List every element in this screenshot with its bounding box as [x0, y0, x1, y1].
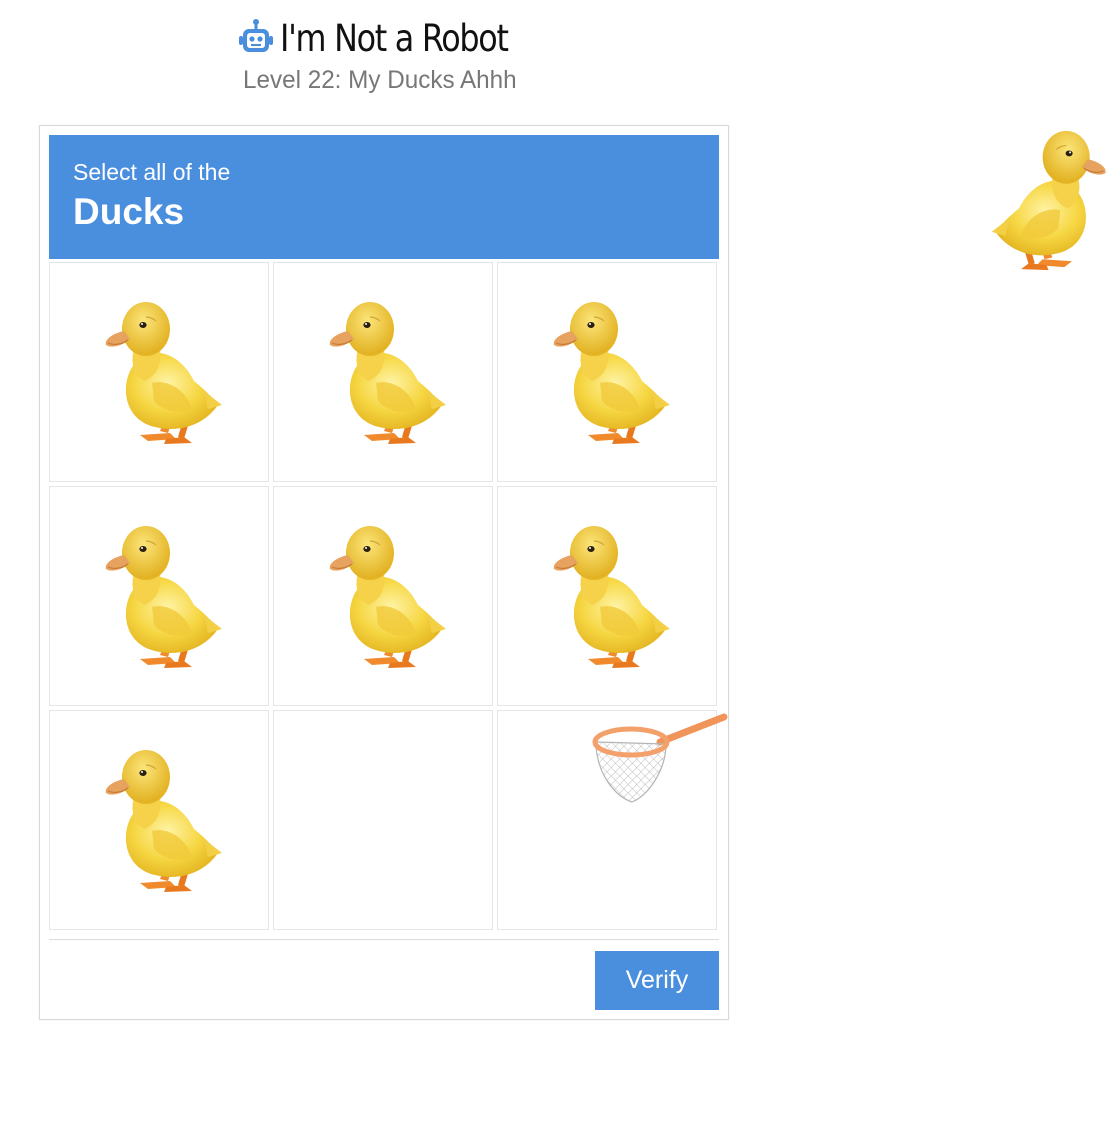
duckling-image [324, 293, 449, 448]
duckling-image [100, 741, 225, 896]
verify-button[interactable]: Verify [595, 951, 719, 1010]
captcha-target: Ducks [73, 191, 185, 232]
duckling-image [548, 293, 673, 448]
captcha-banner: Select all of the Ducks [49, 135, 719, 259]
grid-tile-1[interactable] [49, 262, 269, 482]
escaped-duckling[interactable] [988, 122, 1112, 274]
game-page: I'm Not a Robot Level 22: My Ducks Ahhh … [0, 0, 1116, 1128]
grid-tile-4[interactable] [49, 486, 269, 706]
level-subtitle: Level 22: My Ducks Ahhh [243, 66, 517, 94]
duckling-image [100, 517, 225, 672]
captcha-grid [49, 262, 719, 932]
duckling-image [100, 293, 225, 448]
robot-icon [239, 19, 273, 52]
fishing-net-icon[interactable] [590, 712, 730, 806]
grid-tile-8[interactable] [273, 710, 493, 930]
page-title: I'm Not a Robot [280, 16, 509, 60]
duckling-image [548, 517, 673, 672]
captcha-instruction: Select all of the [73, 159, 231, 185]
grid-tile-7[interactable] [49, 710, 269, 930]
grid-tile-3[interactable] [497, 262, 717, 482]
duckling-image [324, 517, 449, 672]
header: I'm Not a Robot [238, 14, 545, 62]
captcha-box: Select all of the Ducks Verify [39, 125, 729, 1020]
grid-tile-5[interactable] [273, 486, 493, 706]
grid-tile-6[interactable] [497, 486, 717, 706]
footer-divider [49, 939, 719, 940]
grid-tile-2[interactable] [273, 262, 493, 482]
